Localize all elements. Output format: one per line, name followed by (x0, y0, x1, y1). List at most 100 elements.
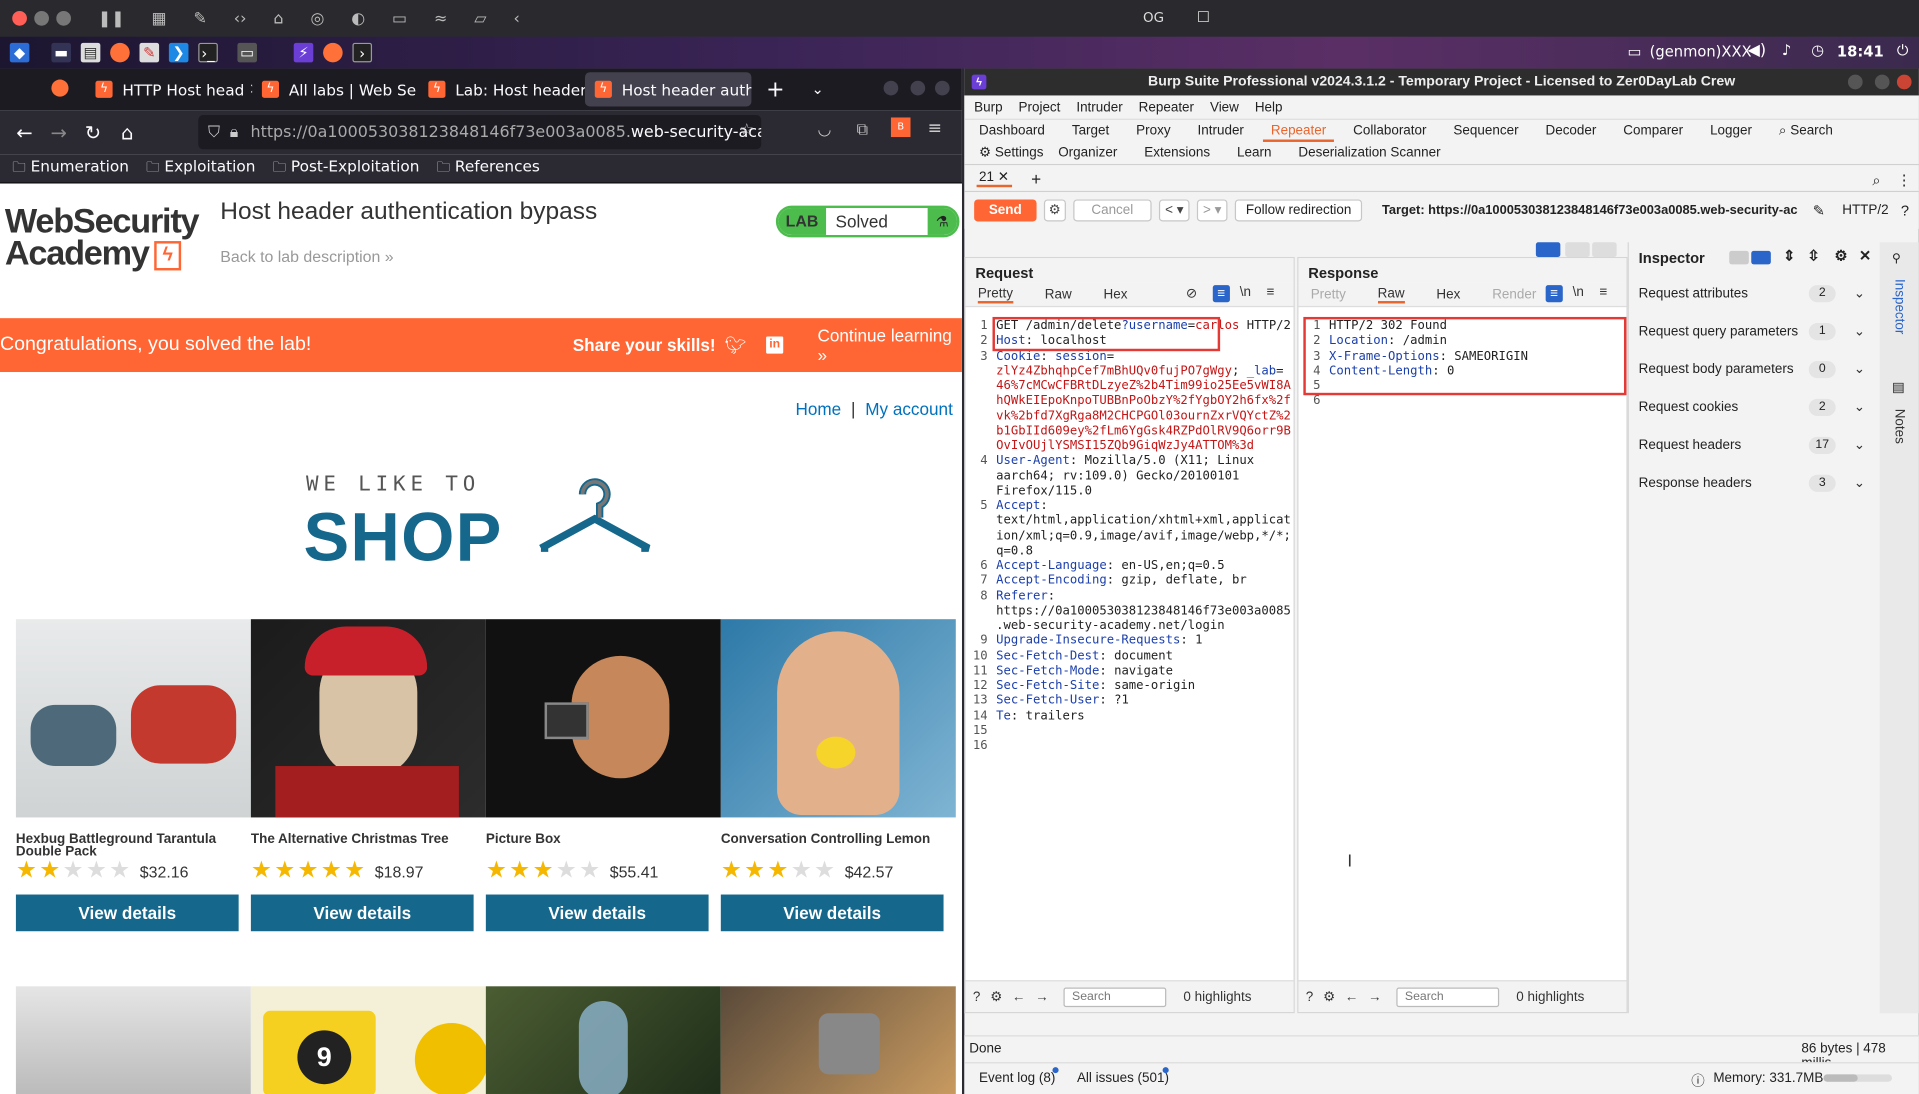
view-details-button[interactable]: View details (720, 894, 944, 932)
view-details-button[interactable]: View details (485, 894, 709, 932)
folder-icon[interactable]: ▱ (474, 9, 486, 27)
collapse-icon[interactable]: ⇳ (1808, 247, 1820, 264)
continue-learning-link[interactable]: Continue learning » (817, 326, 961, 365)
product-image[interactable] (485, 619, 721, 818)
edit-target-icon[interactable]: ✎ (1813, 202, 1825, 219)
product-image[interactable] (485, 986, 721, 1094)
inspector-layout-active-icon[interactable] (1751, 250, 1771, 265)
twitter-icon[interactable]: 🐦︎ (724, 335, 746, 356)
chevron-left-icon[interactable]: ‹ (513, 9, 519, 27)
maximize-icon[interactable] (910, 80, 926, 96)
bookmark-references[interactable]: References (437, 157, 540, 180)
menu-icon[interactable]: ≡ (1600, 285, 1608, 300)
burp-extension-icon[interactable]: B (890, 117, 911, 138)
tab-settings[interactable]: ⚙ Settings (972, 142, 1051, 164)
grid-icon[interactable]: ▦ (152, 9, 167, 27)
url-bar[interactable]: ⛉ 🔒︎ https://0a100053038123848146f73e003… (198, 115, 762, 150)
lock-icon[interactable]: 🔒︎ (230, 123, 238, 141)
wrench-icon[interactable]: ✎ (193, 9, 206, 27)
newline-icon[interactable]: \n (1240, 285, 1251, 300)
maximize-icon[interactable] (1874, 74, 1890, 90)
tab-comparer[interactable]: Comparer (1616, 120, 1691, 142)
layout-tabs-icon[interactable] (1592, 242, 1617, 257)
expand-icon[interactable]: ⇕ (1783, 247, 1795, 264)
inspector-request-headers[interactable]: Request headers 17 ⌄ (1629, 426, 1877, 464)
pocket-icon[interactable]: ◡ (817, 121, 831, 139)
minimize-window-dot[interactable] (34, 11, 49, 26)
tab-proxy[interactable]: Proxy (1129, 120, 1178, 142)
repeater-tab-21[interactable]: 21 ✕ (976, 169, 1012, 188)
tab-target[interactable]: Target (1064, 120, 1116, 142)
history-forward-button[interactable]: > ▾ (1196, 199, 1228, 222)
inspector-request-cookies[interactable]: Request cookies 2 ⌄ (1629, 388, 1877, 426)
menu-icon[interactable]: ≡ (1267, 285, 1275, 300)
send-button[interactable]: Send (974, 199, 1037, 222)
wrap-lines-icon[interactable]: ≡ (1212, 285, 1230, 303)
menu-repeater[interactable]: Repeater (1139, 100, 1194, 115)
product-image[interactable] (250, 619, 486, 818)
gear-icon[interactable]: ⚙ (990, 989, 1002, 1005)
notes-icon[interactable]: ▤ (1892, 379, 1905, 396)
tab-hex[interactable]: Hex (1436, 287, 1460, 302)
tab-logger[interactable]: Logger (1703, 120, 1760, 142)
tab-raw[interactable]: Raw (1045, 287, 1072, 302)
close-icon[interactable]: ✕ (1859, 247, 1871, 264)
reload-icon[interactable]: ↻ (76, 121, 110, 144)
bookmark-exploitation[interactable]: Exploitation (146, 157, 255, 180)
layout-side-by-side-icon[interactable] (1535, 242, 1561, 257)
product-image[interactable] (720, 619, 956, 818)
help-icon[interactable]: ? (1306, 989, 1313, 1004)
notes-side-tab[interactable]: Notes (1892, 409, 1907, 458)
text-editor-icon[interactable]: ✎ (139, 42, 160, 63)
tab-sequencer[interactable]: Sequencer (1446, 120, 1526, 142)
inspector-side-icon[interactable]: ⚲ (1892, 252, 1901, 265)
menu-intruder[interactable]: Intruder (1076, 100, 1122, 115)
menu-project[interactable]: Project (1019, 100, 1061, 115)
drive-icon[interactable]: ⌂ (273, 9, 283, 27)
close-tab-icon[interactable]: ✕ (998, 170, 1009, 185)
firefox-view-icon[interactable] (51, 79, 69, 97)
add-tab-icon[interactable]: + (1031, 168, 1041, 188)
desktop-icon[interactable]: ▬ (51, 42, 71, 63)
close-icon[interactable] (934, 80, 950, 96)
tab-pretty[interactable]: Pretty (977, 286, 1013, 303)
power-icon[interactable]: ⏻ (1897, 42, 1909, 60)
terminal-taskbar-icon[interactable]: › (352, 42, 373, 63)
inspector-request-attributes[interactable]: Request attributes 2 ⌄ (1629, 274, 1877, 312)
volume-icon[interactable]: ◀) (1748, 42, 1766, 60)
help-icon[interactable]: ? (973, 989, 980, 1004)
send-options-gear-icon[interactable]: ⚙ (1043, 199, 1066, 222)
list-tabs-icon[interactable]: ⌄ (811, 81, 823, 98)
newline-icon[interactable]: \n (1573, 285, 1584, 300)
view-details-button[interactable]: View details (250, 894, 474, 932)
tab-collaborator[interactable]: Collaborator (1346, 120, 1434, 142)
more-options-icon[interactable]: ⋮ (1897, 171, 1912, 188)
follow-redirection-button[interactable]: Follow redirection (1234, 199, 1363, 222)
close-window-dot[interactable] (12, 11, 27, 26)
browser-tab-active[interactable]: ϟHost header auth✕ (584, 72, 752, 107)
hamburger-menu-icon[interactable]: ≡ (928, 119, 942, 139)
camera-icon[interactable]: ▭ (392, 9, 407, 27)
kali-menu-icon[interactable]: ◆ (9, 42, 30, 63)
inspector-request-body-parameters[interactable]: Request body parameters 0 ⌄ (1629, 350, 1877, 388)
burp-taskbar-icon[interactable]: ⚡ (293, 42, 314, 63)
menu-help[interactable]: Help (1255, 100, 1283, 115)
back-icon[interactable]: ← (7, 121, 41, 144)
home-icon[interactable]: ⌂ (110, 121, 144, 144)
bookmark-post-exploitation[interactable]: Post-Exploitation (273, 157, 419, 180)
inspector-request-query-parameters[interactable]: Request query parameters 1 ⌄ (1629, 312, 1877, 350)
history-back-button[interactable]: < ▾ (1158, 199, 1190, 222)
tab-decoder[interactable]: Decoder (1538, 120, 1604, 142)
tab-search[interactable]: ⌕ Search (1772, 120, 1841, 142)
layout-top-bottom-icon[interactable] (1565, 242, 1590, 257)
tab-hex[interactable]: Hex (1104, 287, 1128, 302)
tab-intruder[interactable]: Intruder (1190, 120, 1251, 142)
firefox-icon[interactable] (110, 42, 130, 63)
files-icon[interactable]: ▤ (80, 42, 101, 63)
firefox-taskbar-icon[interactable] (323, 42, 343, 63)
home-link[interactable]: Home (795, 399, 841, 419)
bell-icon[interactable]: ♪ (1782, 42, 1791, 59)
maximize-window-dot[interactable] (56, 11, 71, 26)
terminal-icon[interactable]: ›_ (198, 42, 218, 63)
all-issues-button[interactable]: All issues (501) (1077, 1071, 1169, 1086)
